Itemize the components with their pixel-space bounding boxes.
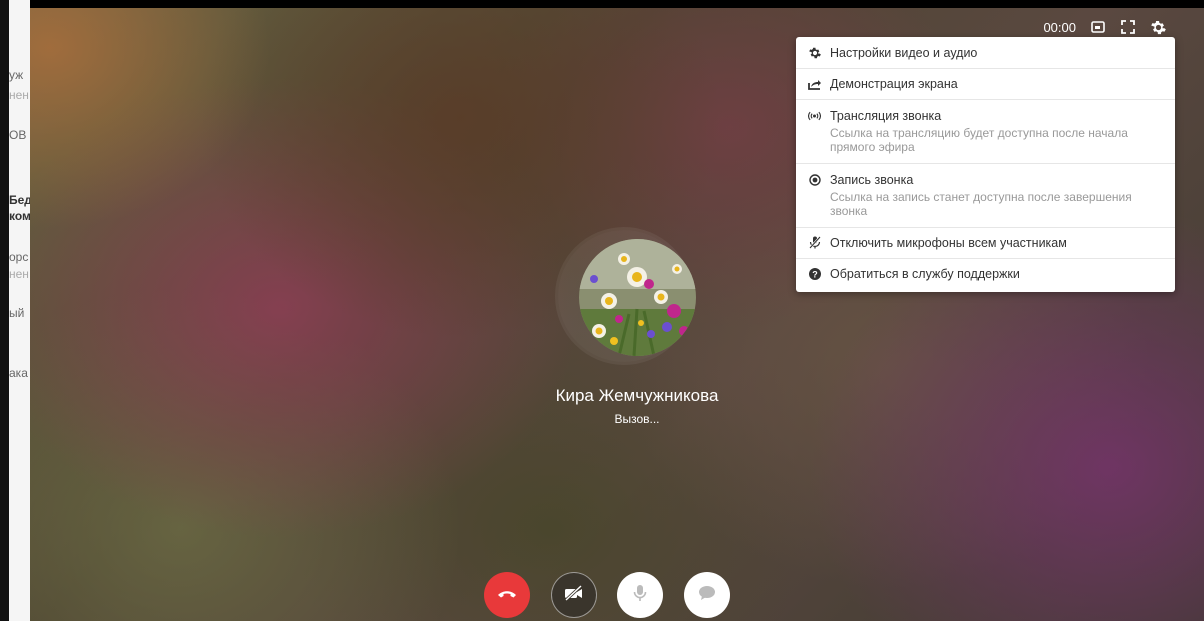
background-text-fragment: орс [9,250,29,264]
menu-item-description: Ссылка на трансляцию будет доступна посл… [830,126,1128,154]
menu-item-label: Отключить микрофоны всем участникам [830,236,1067,250]
gear-icon [808,46,821,59]
record-icon [808,173,821,186]
call-status: Вызов... [614,412,660,426]
avatar [579,239,696,356]
menu-item-label: Обратиться в службу поддержки [830,267,1020,281]
menu-item-label: Трансляция звонка [830,109,942,123]
chat-button[interactable] [684,572,730,618]
call-settings-menu: Настройки видео и аудио Демонстрация экр… [796,37,1175,292]
microphone-icon [633,584,647,607]
call-timer: 00:00 [1043,19,1076,35]
menu-item-screen-share[interactable]: Демонстрация экрана [796,69,1175,100]
background-text-fragment: ОВ [9,128,27,142]
menu-item-description: Ссылка на запись станет доступна после з… [830,190,1132,218]
background-text-fragment: ый [9,306,25,320]
background-text-fragment: нен [9,88,29,102]
menu-item-mute-all[interactable]: Отключить микрофоны всем участникам [796,228,1175,259]
screen-share-icon [808,77,821,90]
microphone-button[interactable] [617,572,663,618]
background-text-fragment: уж [9,68,24,82]
menu-item-label: Запись звонка [830,173,914,187]
menu-item-video-audio-settings[interactable]: Настройки видео и аудио [796,37,1175,69]
svg-text:?: ? [812,269,818,279]
contact-name: Кира Жемчужникова [555,386,719,405]
menu-item-label: Демонстрация экрана [830,77,958,91]
background-text-fragment: ком [9,209,30,223]
menu-item-broadcast[interactable]: Трансляция звонка Ссылка на трансляцию б… [796,100,1175,164]
gear-icon[interactable] [1150,19,1166,35]
help-icon: ? [808,267,821,280]
broadcast-icon [808,109,821,122]
call-topbar: 00:00 [1043,19,1166,35]
window-edge [0,0,9,621]
camera-toggle-button[interactable] [551,572,597,618]
background-text-fragment: нен [9,267,29,281]
menu-item-label: Настройки видео и аудио [830,46,978,60]
camera-off-icon [564,584,584,606]
background-text-fragment: ака [9,366,28,380]
background-text-fragment: Бед [9,193,30,207]
background-page-strip: уж нен ОВ Бед ком орс нен ый ака [0,0,30,621]
picture-in-picture-icon[interactable] [1090,19,1106,35]
hang-up-button[interactable] [484,572,530,618]
menu-item-record-call[interactable]: Запись звонка Ссылка на запись станет до… [796,164,1175,228]
chat-bubble-icon [698,585,716,606]
phone-hangup-icon [497,586,517,604]
mic-off-icon [808,236,821,249]
menu-item-support[interactable]: ? Обратиться в службу поддержки [796,259,1175,292]
fullscreen-icon[interactable] [1120,19,1136,35]
